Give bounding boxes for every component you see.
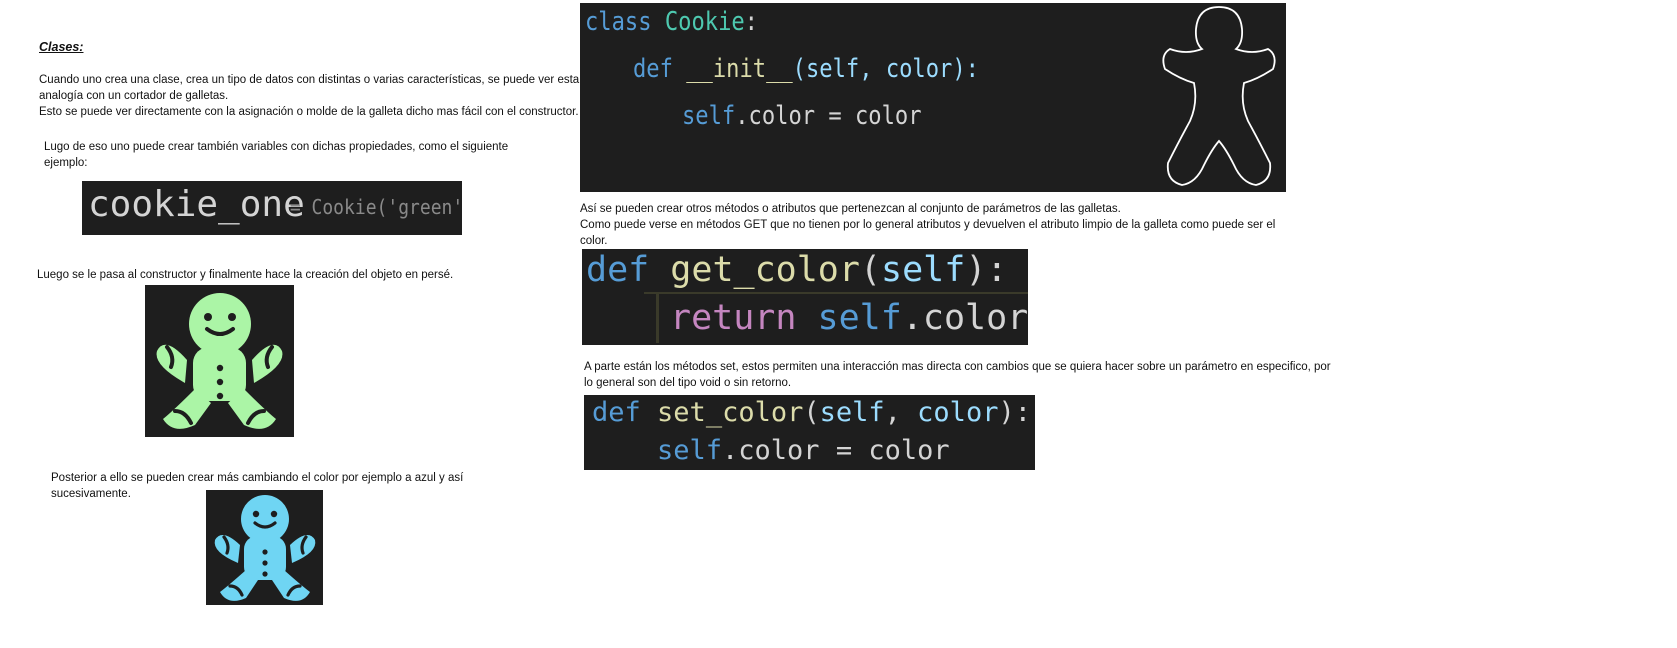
blue-gingerbread-image [206, 490, 323, 605]
methods-paragraph-line3: color. [580, 235, 608, 247]
init-params: (self, color): [792, 54, 979, 84]
color-param: color [917, 397, 999, 428]
fn-name: set_color [657, 397, 804, 428]
code-line-class: class Cookie: [585, 5, 758, 39]
kw-class: class [585, 7, 652, 37]
self-keyword: self [682, 101, 736, 131]
attr-color: .color [901, 298, 1028, 338]
code-line-def-set: def set_color(self, color): [592, 396, 1031, 430]
code-line-return: return self.color [670, 297, 1028, 339]
code-cookie-instance: cookie_one = Cookie('green') [82, 181, 462, 235]
comma: , [884, 397, 918, 428]
section-heading: Clases: [39, 40, 84, 54]
code-get-color: def get_color(self): return self.color [582, 249, 1028, 345]
init-name: __init__ [686, 54, 793, 84]
constructor-paragraph: Luego se le pasa al constructor y finalm… [37, 269, 454, 281]
intro-paragraph-line3: Esto se puede ver directamente con la as… [39, 106, 579, 118]
kw-def: def [586, 250, 650, 290]
green-gingerbread-image [145, 285, 294, 437]
code-line-def-get: def get_color(self): [586, 249, 1007, 291]
green-gingerbread-icon [156, 293, 283, 429]
self-param: self [819, 397, 885, 428]
more-cookies-paragraph-line1: Posterior a ello se pueden crear más cam… [51, 472, 464, 484]
set-paragraph-line2: lo general son del tipo void o sin retor… [584, 377, 792, 389]
intro-paragraph-line2: analogía con un cortador de galletas. [39, 90, 229, 102]
assign-expr: .color = color [735, 101, 922, 131]
assign-expr: .color = color [722, 435, 950, 466]
paren-open: ( [803, 397, 820, 428]
methods-paragraph-line2: Como puede verse en métodos GET que no t… [580, 219, 1276, 231]
paren-close: ): [998, 397, 1031, 428]
indent-guide-vertical [656, 293, 659, 343]
methods-paragraph-line1: Así se pueden crear otros métodos o atri… [580, 203, 1121, 215]
kw-def: def [592, 397, 641, 428]
self-param: self [881, 250, 966, 290]
code-set-color: def set_color(self, color): self.color =… [584, 395, 1035, 470]
set-paragraph-line1: A parte están los métodos set, estos per… [584, 361, 1331, 373]
code-class-cookie: class Cookie: def __init__(self, color):… [580, 3, 1286, 192]
code-line-assign: self.color = color [682, 99, 922, 133]
code-var-name: cookie_one [88, 184, 305, 225]
code-assignment: = Cookie('green') [279, 195, 462, 219]
paren-close: ): [965, 250, 1008, 290]
self-keyword: self [817, 298, 902, 338]
blue-gingerbread-icon [214, 495, 316, 601]
kw-return: return [670, 298, 797, 338]
intro-paragraph-line1: Cuando uno crea una clase, crea un tipo … [39, 74, 580, 86]
code-line-set-assign: self.color = color [657, 434, 950, 468]
more-cookies-paragraph-line2: sucesivamente. [51, 488, 131, 500]
colon: : [744, 7, 758, 37]
gingerbread-outline-icon [1162, 6, 1276, 186]
kw-def: def [633, 54, 673, 84]
self-keyword: self [657, 435, 723, 466]
code-line-def-init: def __init__(self, color): [633, 52, 979, 86]
fn-name: get_color [670, 250, 860, 290]
class-name: Cookie [664, 7, 745, 37]
paren-open: ( [859, 250, 882, 290]
variables-paragraph-line2: ejemplo: [44, 157, 88, 169]
indent-guide-horizontal [644, 292, 1028, 294]
variables-paragraph-line1: Lugo de eso uno puede crear también vari… [44, 141, 509, 153]
